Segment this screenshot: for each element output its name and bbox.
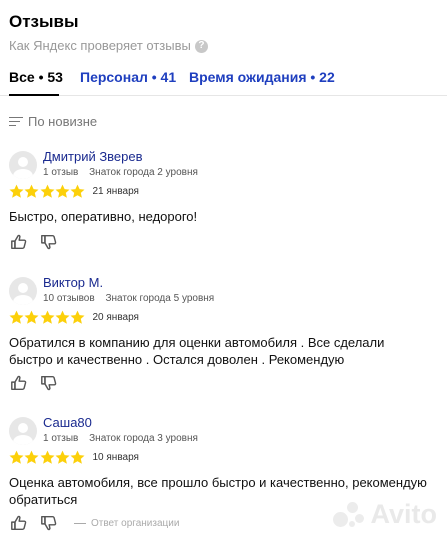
review-item: Дмитрий Зверев 1 отзыв Знаток города 2 у… <box>9 149 439 261</box>
sort-lines-icon <box>9 116 23 127</box>
dislike-icon[interactable] <box>39 513 59 533</box>
rating-row: 21 января <box>9 184 139 199</box>
review-date: 10 января <box>92 452 139 463</box>
review-item: Виктор М. 10 отзывов Знаток города 5 уро… <box>9 275 439 397</box>
star-icon <box>24 310 39 324</box>
avito-watermark: Avito <box>332 499 438 530</box>
star-icon <box>9 310 24 324</box>
review-count: 10 отзывов <box>43 293 95 304</box>
avito-logo-icon <box>332 500 367 530</box>
sort-label: По новизне <box>28 114 98 129</box>
review-count: 1 отзыв <box>43 167 79 178</box>
review-actions <box>9 373 69 393</box>
star-icon <box>9 450 24 464</box>
reviews-header: Отзывы Как Яндекс проверяет отзывы ? <box>9 10 208 55</box>
sort-dropdown[interactable]: По новизне <box>9 114 97 129</box>
tab-all[interactable]: Все • 53 <box>9 67 63 87</box>
review-author[interactable]: Саша80 <box>43 415 92 430</box>
review-text: Быстро, оперативно, недорого! <box>9 209 198 224</box>
star-icon <box>70 450 85 464</box>
dislike-icon[interactable] <box>39 373 59 393</box>
review-author-meta: 1 отзыв Знаток города 2 уровня <box>43 167 198 178</box>
review-date: 21 января <box>92 186 139 197</box>
verification-info[interactable]: Как Яндекс проверяет отзывы ? <box>9 37 208 55</box>
star-icon <box>9 184 24 198</box>
star-icon <box>55 184 70 198</box>
review-author[interactable]: Дмитрий Зверев <box>43 149 143 164</box>
like-icon[interactable] <box>9 232 29 252</box>
rating-row: 20 января <box>9 310 139 325</box>
organization-reply-label: Ответ организации <box>91 517 180 529</box>
tab-waiting-time[interactable]: Время ожидания • 22 <box>189 67 335 87</box>
verification-link[interactable]: Как Яндекс проверяет отзывы <box>9 37 191 55</box>
rating-stars <box>9 310 85 325</box>
avatar[interactable] <box>9 417 37 445</box>
review-author-meta: 10 отзывов Знаток города 5 уровня <box>43 293 214 304</box>
review-author[interactable]: Виктор М. <box>43 275 103 290</box>
like-icon[interactable] <box>9 373 29 393</box>
help-icon[interactable]: ? <box>194 39 208 53</box>
avatar[interactable] <box>9 277 37 305</box>
avatar[interactable] <box>9 151 37 179</box>
star-icon <box>40 184 55 198</box>
star-icon <box>70 310 85 324</box>
star-icon <box>40 310 55 324</box>
star-icon <box>24 184 39 198</box>
rating-stars <box>9 450 85 465</box>
star-icon <box>55 310 70 324</box>
active-tab-indicator <box>9 94 59 96</box>
review-tabs: Все • 53 Персонал • 41 Время ожидания • … <box>0 64 447 96</box>
rating-row: 10 января <box>9 450 139 465</box>
star-icon <box>24 450 39 464</box>
page-title: Отзывы <box>9 12 79 31</box>
avito-watermark-text: Avito <box>370 499 438 529</box>
star-icon <box>55 450 70 464</box>
star-icon <box>70 184 85 198</box>
review-actions: Ответ организации <box>9 513 179 533</box>
reply-line-icon <box>74 522 86 524</box>
review-text: Обратился в компанию для оценки автомоби… <box>9 335 385 367</box>
expert-level: Знаток города 5 уровня <box>105 293 215 304</box>
review-author-meta: 1 отзыв Знаток города 3 уровня <box>43 433 198 444</box>
review-actions <box>9 232 69 252</box>
dislike-icon[interactable] <box>39 232 59 252</box>
review-date: 20 января <box>92 312 139 323</box>
like-icon[interactable] <box>9 513 29 533</box>
rating-stars <box>9 184 85 199</box>
star-icon <box>40 450 55 464</box>
expert-level: Знаток города 3 уровня <box>89 433 198 444</box>
expert-level: Знаток города 2 уровня <box>89 167 198 178</box>
tab-staff[interactable]: Персонал • 41 <box>80 67 176 87</box>
organization-reply-toggle[interactable]: Ответ организации <box>74 518 179 529</box>
review-count: 1 отзыв <box>43 433 79 444</box>
